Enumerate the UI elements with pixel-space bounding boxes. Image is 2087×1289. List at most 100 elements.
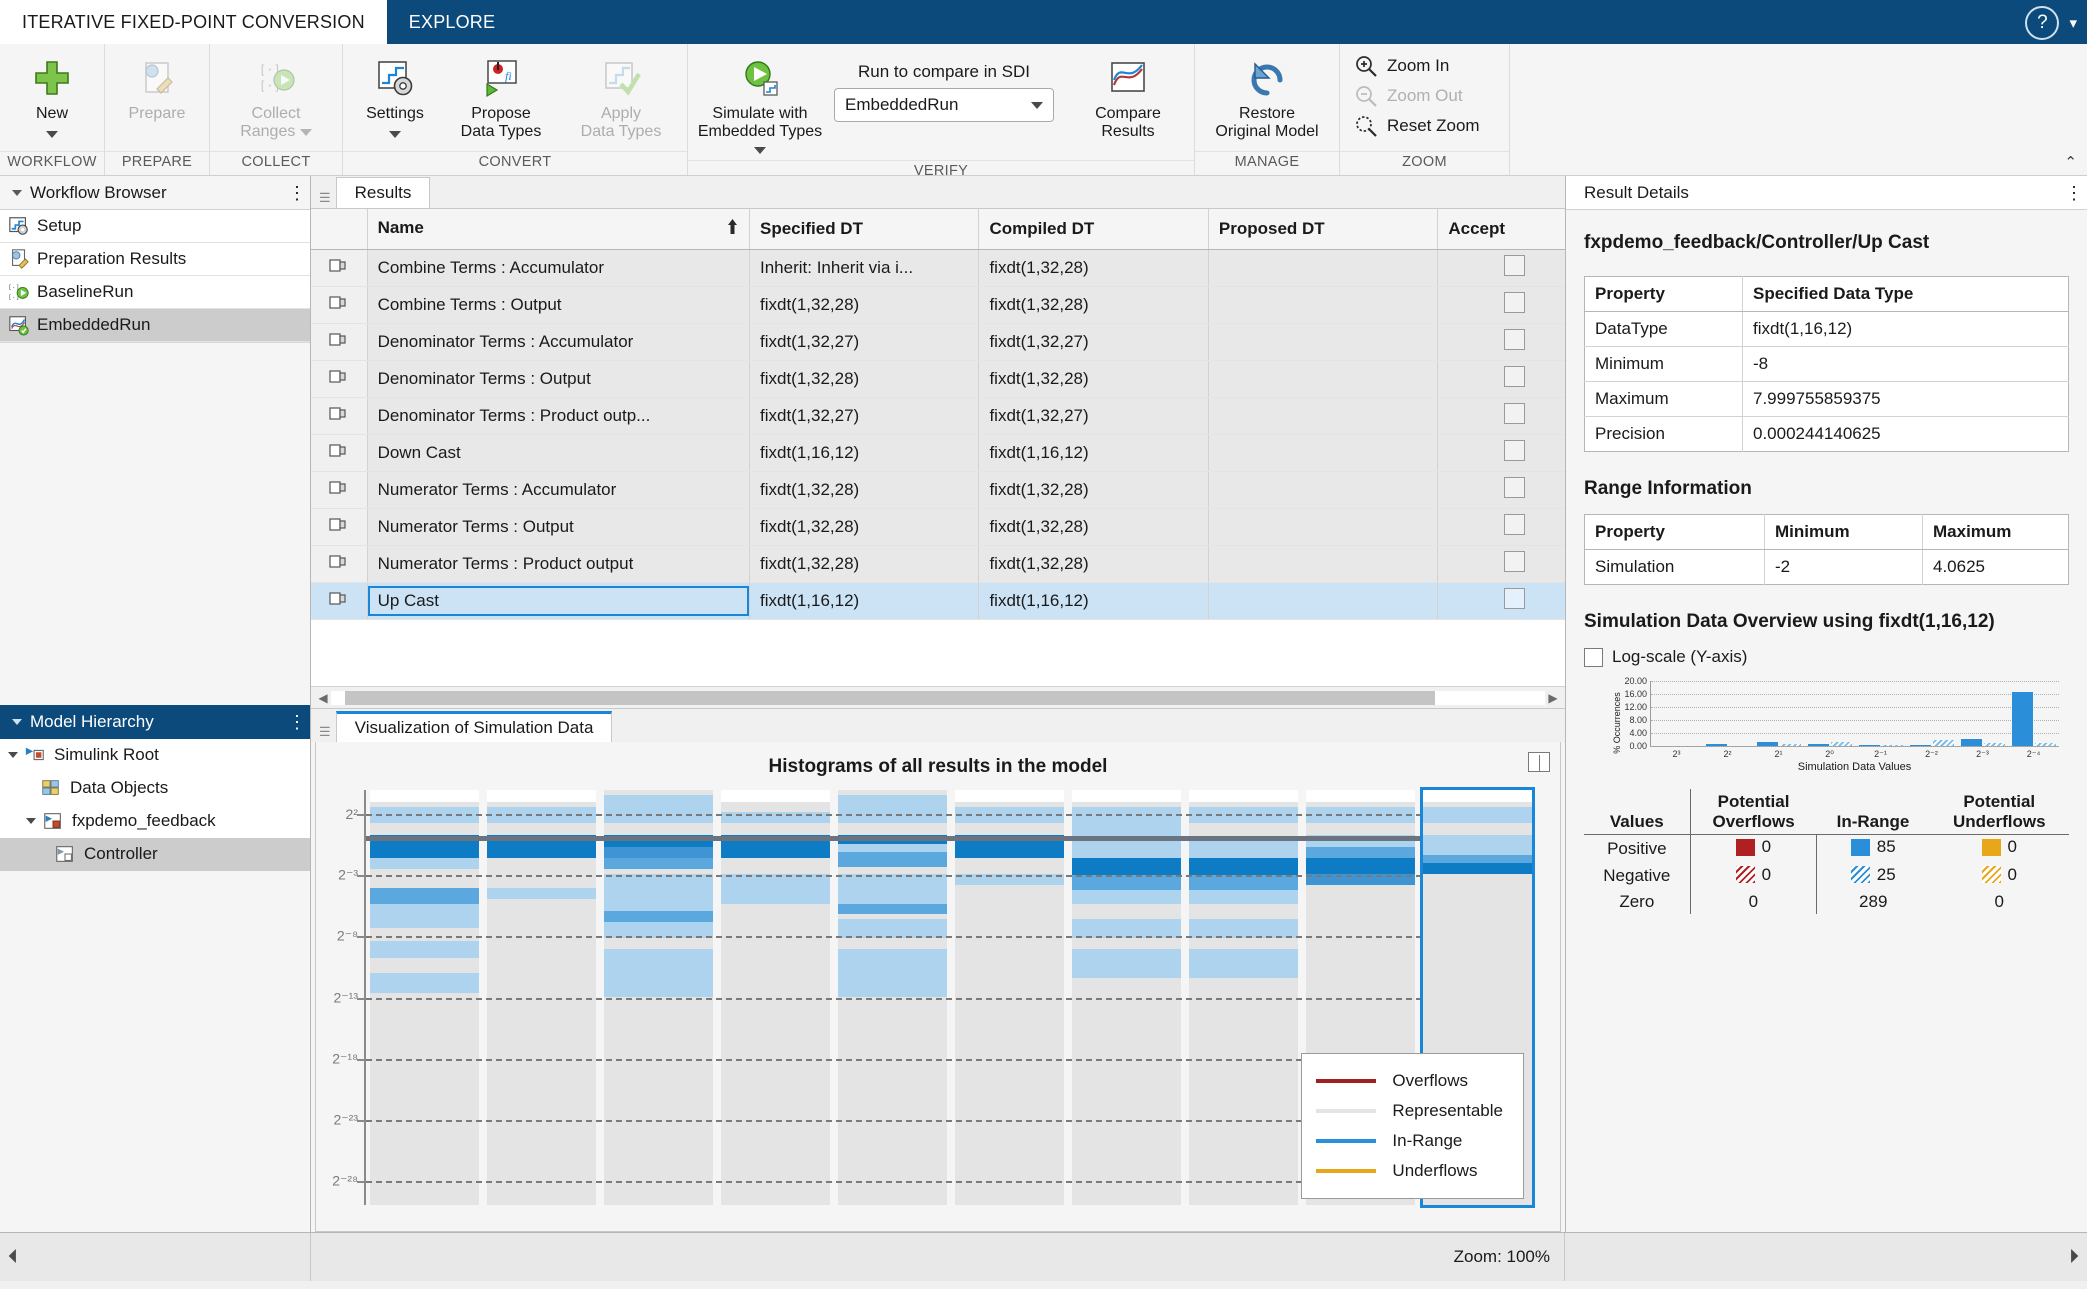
row-grip-icon[interactable] — [311, 508, 368, 546]
table-row[interactable]: Numerator Terms : Output fixdt(1,32,28) fi… — [311, 508, 1565, 546]
table-row[interactable]: Denominator Terms : Output fixdt(1,32,28)… — [311, 360, 1565, 398]
scroll-right-icon[interactable]: ▶ — [1545, 691, 1561, 705]
table-row[interactable]: Denominator Terms : Product outp... fixdt… — [311, 397, 1565, 435]
tree-item-simulink-root[interactable]: Simulink Root — [0, 739, 310, 772]
workflow-browser-kebab-icon[interactable]: ⋮ — [288, 184, 306, 202]
cell-name[interactable]: Denominator Terms : Product outp... — [367, 397, 751, 435]
zoom-in-button[interactable]: Zoom In — [1354, 54, 1501, 78]
result-details-kebab-icon[interactable]: ⋮ — [2065, 184, 2083, 202]
collect-ranges-button[interactable]: [·] [·] Collect Ranges — [216, 48, 336, 141]
table-row[interactable]: Numerator Terms : Accumulator fixdt(1,32,… — [311, 471, 1565, 509]
sidebar-item-setup[interactable]: Setup — [0, 210, 310, 243]
row-grip-icon[interactable] — [311, 360, 368, 398]
table-row[interactable]: Up Castfixdt(1,16,12)fixdt(1,16,12)-24.0… — [311, 582, 1565, 620]
help-icon[interactable]: ? — [2025, 6, 2060, 40]
expander-down-icon[interactable] — [8, 752, 18, 758]
scroll-end-icon[interactable]: ⏵ — [2069, 1246, 2079, 1269]
table-row[interactable]: Numerator Terms : Product output fixdt(1,… — [311, 545, 1565, 583]
row-grip-icon[interactable] — [311, 582, 368, 620]
scroll-thumb[interactable] — [345, 690, 1435, 705]
chevron-down-icon[interactable]: ▾ — [2069, 14, 2077, 32]
col-name[interactable]: Name — [367, 209, 751, 250]
cell-name[interactable]: Numerator Terms : Output — [367, 508, 751, 546]
collapse-triangle-icon[interactable] — [12, 189, 22, 196]
sort-ascending-icon[interactable] — [726, 218, 739, 240]
expander-down-icon[interactable] — [26, 818, 36, 824]
settings-menu-caret-icon[interactable] — [389, 130, 401, 138]
tree-item-fxpdemo-feedback[interactable]: fxpdemo_feedback — [0, 805, 310, 838]
cell-accept-checkbox[interactable] — [1437, 397, 1565, 435]
row-grip-icon[interactable] — [311, 471, 368, 509]
log-scale-checkbox[interactable] — [1584, 647, 1603, 667]
cell-accept-checkbox[interactable] — [1437, 508, 1565, 546]
sdi-run-select[interactable]: EmbeddedRun — [834, 88, 1054, 122]
cell-name[interactable]: Denominator Terms : Output — [367, 360, 751, 398]
tree-item-controller[interactable]: Controller — [0, 837, 310, 871]
tab-visualization-of-simulation-data[interactable]: Visualization of Simulation Data — [335, 711, 613, 742]
grip-icon[interactable]: ☰ — [319, 725, 336, 742]
col-accept[interactable]: Accept — [1437, 209, 1565, 250]
cell-accept-checkbox[interactable] — [1437, 471, 1565, 509]
tab-iterative-fixed-point-conversion[interactable]: ITERATIVE FIXED-POINT CONVERSION — [0, 0, 387, 44]
grip-icon[interactable]: ☰ — [319, 191, 336, 208]
prepare-button[interactable]: Prepare — [111, 48, 203, 123]
sidebar-item-preparation-results[interactable]: Preparation Results — [0, 243, 310, 276]
cell-accept-checkbox[interactable] — [1437, 434, 1565, 472]
table-row[interactable]: Denominator Terms : Accumulator fixdt(1,3… — [311, 323, 1565, 361]
apply-data-types-button[interactable]: Apply Data Types — [561, 48, 681, 141]
collapse-ribbon-icon[interactable]: ⌃ — [2064, 153, 2077, 171]
tree-item-data-objects[interactable]: Data Objects — [0, 772, 310, 805]
log-scale-checkbox-row[interactable]: Log-scale (Y-axis) — [1584, 647, 2069, 667]
chevron-down-icon[interactable] — [1031, 101, 1043, 109]
new-button[interactable]: New — [6, 48, 98, 143]
cell-property-name: Minimum — [1584, 346, 1743, 382]
table-row[interactable]: Combine Terms : Accumulator Inherit: Inhe… — [311, 249, 1565, 287]
restore-original-model-button[interactable]: Restore Original Model — [1201, 48, 1333, 141]
cell-name[interactable]: Numerator Terms : Product output — [367, 545, 751, 583]
row-grip-icon[interactable] — [311, 323, 368, 361]
cell-name[interactable]: Denominator Terms : Accumulator — [367, 323, 751, 361]
cell-accept-checkbox[interactable] — [1437, 249, 1565, 287]
zoom-out-button[interactable]: Zoom Out — [1354, 84, 1501, 108]
scroll-left-icon[interactable]: ◀ — [315, 691, 331, 705]
propose-data-types-button[interactable]: fi Propose Data Types — [441, 48, 561, 141]
col-values: Values — [1584, 789, 1691, 836]
col-compiled-dt[interactable]: Compiled DT — [978, 209, 1209, 250]
cell-accept-checkbox[interactable] — [1437, 323, 1565, 361]
new-menu-caret-icon[interactable] — [46, 130, 58, 138]
cell-name[interactable]: Combine Terms : Output — [367, 286, 751, 324]
row-grip-icon[interactable] — [311, 545, 368, 583]
cell-accept-checkbox[interactable] — [1437, 545, 1565, 583]
reset-zoom-button[interactable]: Reset Zoom — [1354, 114, 1501, 138]
cell-name[interactable]: Combine Terms : Accumulator — [367, 249, 751, 287]
row-grip-icon[interactable] — [311, 434, 368, 472]
cell-accept-checkbox[interactable] — [1437, 286, 1565, 324]
cell-name[interactable]: Up Cast — [367, 582, 751, 620]
scroll-start-icon[interactable]: ⏴ — [8, 1246, 18, 1269]
row-grip-icon[interactable] — [311, 286, 368, 324]
compare-results-button[interactable]: Compare Results — [1068, 48, 1188, 141]
cell-name[interactable]: Down Cast — [367, 434, 751, 472]
row-grip-icon[interactable] — [311, 397, 368, 435]
tab-results[interactable]: Results — [335, 177, 431, 208]
row-grip-icon[interactable] — [311, 249, 368, 287]
simulate-menu-caret-icon[interactable] — [754, 146, 766, 154]
cell-accept-checkbox[interactable] — [1437, 360, 1565, 398]
cell-name[interactable]: Numerator Terms : Accumulator — [367, 471, 751, 509]
scroll-track[interactable] — [331, 690, 1545, 705]
collapse-triangle-icon[interactable] — [12, 718, 22, 725]
col-proposed-dt[interactable]: Proposed DT — [1208, 209, 1439, 250]
chart-legend-toggle-icon[interactable] — [1528, 752, 1550, 772]
results-horizontal-scrollbar[interactable]: ◀ ▶ — [311, 686, 1565, 708]
settings-button[interactable]: Settings — [349, 48, 441, 143]
collect-ranges-menu-caret-icon[interactable] — [299, 128, 312, 136]
simulate-with-embedded-types-button[interactable]: Simulate with Embedded Types — [694, 48, 826, 160]
table-row[interactable]: Down Castfixdt(1,16,12)fixdt(1,16,12)-2.… — [311, 434, 1565, 472]
col-specified-dt[interactable]: Specified DT — [749, 209, 980, 250]
model-hierarchy-kebab-icon[interactable]: ⋮ — [288, 713, 306, 731]
table-row[interactable]: Combine Terms : Output fixdt(1,32,28) fixd… — [311, 286, 1565, 324]
tab-explore[interactable]: EXPLORE — [387, 0, 517, 44]
cell-accept-checkbox[interactable] — [1437, 582, 1565, 620]
sidebar-item-baselinerun[interactable]: [·] [·] BaselineRun — [0, 276, 310, 309]
sidebar-item-embeddedrun[interactable]: EmbeddedRun — [0, 309, 310, 342]
